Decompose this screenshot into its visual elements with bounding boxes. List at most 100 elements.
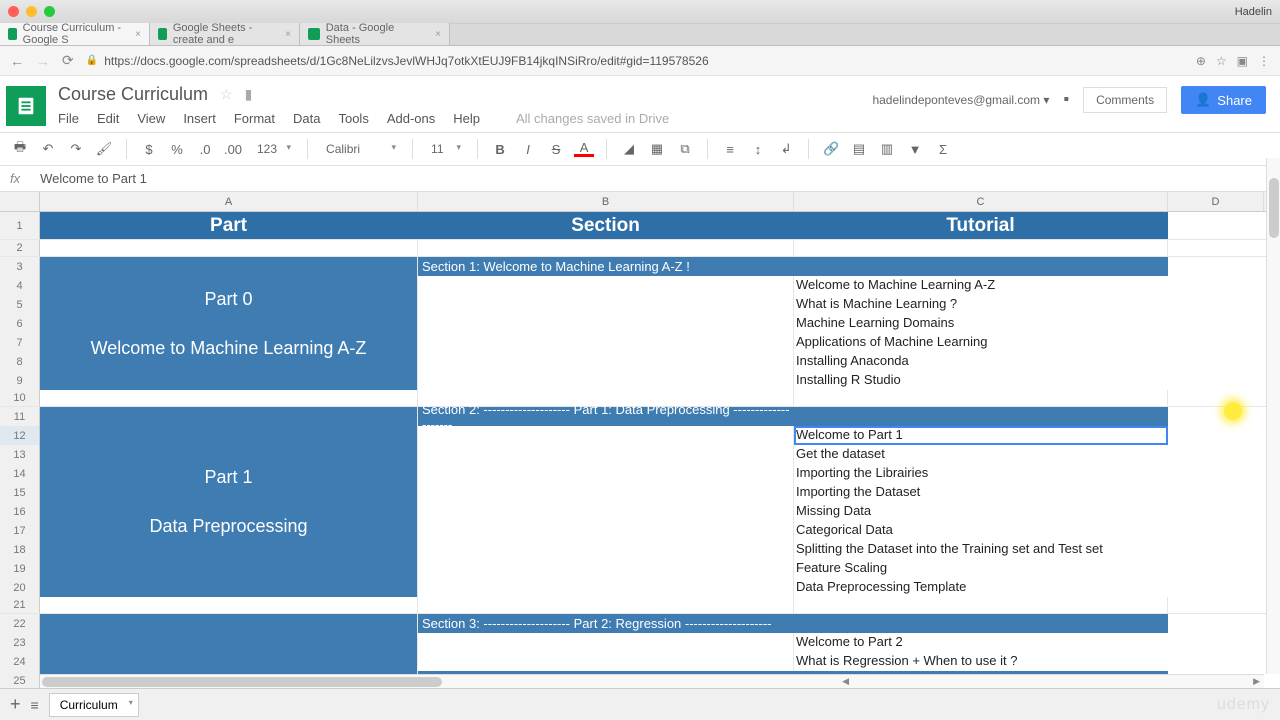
tutorial-cell[interactable]: Importing the Dataset: [794, 483, 1168, 502]
cell[interactable]: [794, 390, 1168, 406]
row-header[interactable]: 7: [0, 333, 40, 352]
move-folder-icon[interactable]: ▮: [245, 86, 253, 103]
row-header[interactable]: 20: [0, 578, 40, 597]
menu-icon[interactable]: ⋮: [1258, 54, 1270, 68]
close-tab-icon[interactable]: ×: [135, 29, 141, 40]
chat-icon[interactable]: ▪: [1063, 91, 1069, 109]
row-header[interactable]: 11: [0, 407, 40, 426]
cell[interactable]: [1168, 407, 1264, 597]
tutorial-cell[interactable]: Installing Anaconda: [794, 352, 1168, 371]
tutorial-cell[interactable]: What is Machine Learning ?: [794, 295, 1168, 314]
browser-tab[interactable]: Data - Google Sheets ×: [300, 23, 450, 45]
tutorial-cell-active[interactable]: Welcome to Part 1: [794, 426, 1168, 445]
fill-color-icon[interactable]: ◢: [619, 141, 639, 157]
menu-help[interactable]: Help: [453, 111, 480, 126]
tutorial-cell[interactable]: Get the dataset: [794, 445, 1168, 464]
tutorial-cell[interactable]: Applications of Machine Learning: [794, 333, 1168, 352]
sheets-logo-icon[interactable]: [6, 86, 46, 126]
tutorial-cell[interactable]: Machine Learning Domains: [794, 314, 1168, 333]
format-more-dropdown[interactable]: 123: [251, 140, 295, 158]
horizontal-scrollbar[interactable]: ◀ ▶: [40, 674, 1264, 688]
section2-header[interactable]: Section 2: -------------------- Part 1: …: [418, 407, 794, 426]
cell[interactable]: [40, 240, 418, 256]
cell[interactable]: [418, 240, 794, 256]
row-header[interactable]: 14: [0, 464, 40, 483]
close-window-icon[interactable]: [8, 6, 19, 17]
undo-icon[interactable]: ↶: [38, 141, 58, 157]
cell[interactable]: [40, 390, 418, 406]
section1-header[interactable]: Section 1: Welcome to Machine Learning A…: [418, 257, 794, 276]
functions-icon[interactable]: Σ: [933, 142, 953, 157]
menu-file[interactable]: File: [58, 111, 79, 126]
row-header[interactable]: 6: [0, 314, 40, 333]
browser-tab[interactable]: Course Curriculum - Google S ×: [0, 23, 150, 45]
row-header[interactable]: 12: [0, 426, 40, 445]
merge-icon[interactable]: ⧉: [675, 141, 695, 157]
forward-icon[interactable]: →: [36, 53, 50, 69]
wrap-icon[interactable]: ↲: [776, 141, 796, 157]
text-color-icon[interactable]: A: [574, 142, 594, 157]
cell[interactable]: [418, 426, 794, 597]
font-select[interactable]: Calibri: [320, 140, 400, 158]
row-header[interactable]: 2: [0, 240, 40, 256]
row-header[interactable]: 19: [0, 559, 40, 578]
row-header[interactable]: 21: [0, 597, 40, 613]
sheet-tab[interactable]: Curriculum: [49, 693, 139, 717]
cell[interactable]: [794, 240, 1168, 256]
header-section[interactable]: Section: [418, 212, 794, 239]
scroll-left-icon[interactable]: ◀: [838, 676, 853, 687]
cell[interactable]: [1168, 390, 1264, 406]
zoom-icon[interactable]: ⊕: [1196, 54, 1206, 68]
valign-icon[interactable]: ↕: [748, 142, 768, 157]
halign-icon[interactable]: ≡: [720, 142, 740, 157]
star-doc-icon[interactable]: ☆: [220, 86, 233, 103]
menu-format[interactable]: Format: [234, 111, 275, 126]
font-size-select[interactable]: 11: [425, 140, 465, 158]
cell[interactable]: [40, 597, 418, 613]
row-header[interactable]: 3: [0, 257, 40, 276]
scrollbar-thumb[interactable]: [1269, 178, 1279, 238]
select-all-corner[interactable]: [0, 192, 40, 211]
spreadsheet-grid[interactable]: A B C D 1 Part Section Tutorial 2 3 4 5 …: [0, 192, 1280, 712]
close-tab-icon[interactable]: ×: [285, 29, 291, 40]
currency-icon[interactable]: $: [139, 142, 159, 157]
cell[interactable]: [418, 633, 794, 671]
section3-header[interactable]: Section 3: -------------------- Part 2: …: [418, 614, 794, 633]
decimal-increase-icon[interactable]: .00: [223, 142, 243, 157]
cell[interactable]: [794, 597, 1168, 613]
decimal-decrease-icon[interactable]: .0: [195, 142, 215, 157]
maximize-window-icon[interactable]: [44, 6, 55, 17]
tutorial-cell[interactable]: Importing the Librairies: [794, 464, 1168, 483]
cell[interactable]: [1168, 597, 1264, 613]
menu-edit[interactable]: Edit: [97, 111, 119, 126]
row-header[interactable]: 9: [0, 371, 40, 390]
row-header[interactable]: 15: [0, 483, 40, 502]
row-header[interactable]: 8: [0, 352, 40, 371]
menu-addons[interactable]: Add-ons: [387, 111, 435, 126]
borders-icon[interactable]: ▦: [647, 141, 667, 157]
row-header[interactable]: 22: [0, 614, 40, 633]
doc-title[interactable]: Course Curriculum: [58, 84, 208, 105]
paint-format-icon[interactable]: 🖌: [94, 141, 114, 157]
browser-tab[interactable]: Google Sheets - create and e ×: [150, 23, 300, 45]
italic-icon[interactable]: I: [518, 142, 538, 157]
close-tab-icon[interactable]: ×: [435, 29, 441, 40]
tutorial-cell[interactable]: Data Preprocessing Template: [794, 578, 1168, 597]
cell[interactable]: [418, 597, 794, 613]
row-header[interactable]: 5: [0, 295, 40, 314]
chart-icon[interactable]: ▥: [877, 141, 897, 157]
print-icon[interactable]: 🖶: [10, 138, 30, 160]
tutorial-cell[interactable]: Feature Scaling: [794, 559, 1168, 578]
row-header[interactable]: 17: [0, 521, 40, 540]
vertical-scrollbar[interactable]: [1266, 158, 1280, 674]
tutorial-cell[interactable]: Welcome to Machine Learning A-Z: [794, 276, 1168, 295]
comments-button[interactable]: Comments: [1083, 87, 1167, 113]
share-button[interactable]: 👤Share: [1181, 86, 1266, 114]
percent-icon[interactable]: %: [167, 142, 187, 157]
user-email[interactable]: hadelindeponteves@gmail.com ▾: [872, 93, 1049, 107]
row-header[interactable]: 18: [0, 540, 40, 559]
menu-view[interactable]: View: [137, 111, 165, 126]
cell[interactable]: [1168, 257, 1264, 390]
menu-insert[interactable]: Insert: [183, 111, 216, 126]
cell[interactable]: [794, 614, 1168, 633]
